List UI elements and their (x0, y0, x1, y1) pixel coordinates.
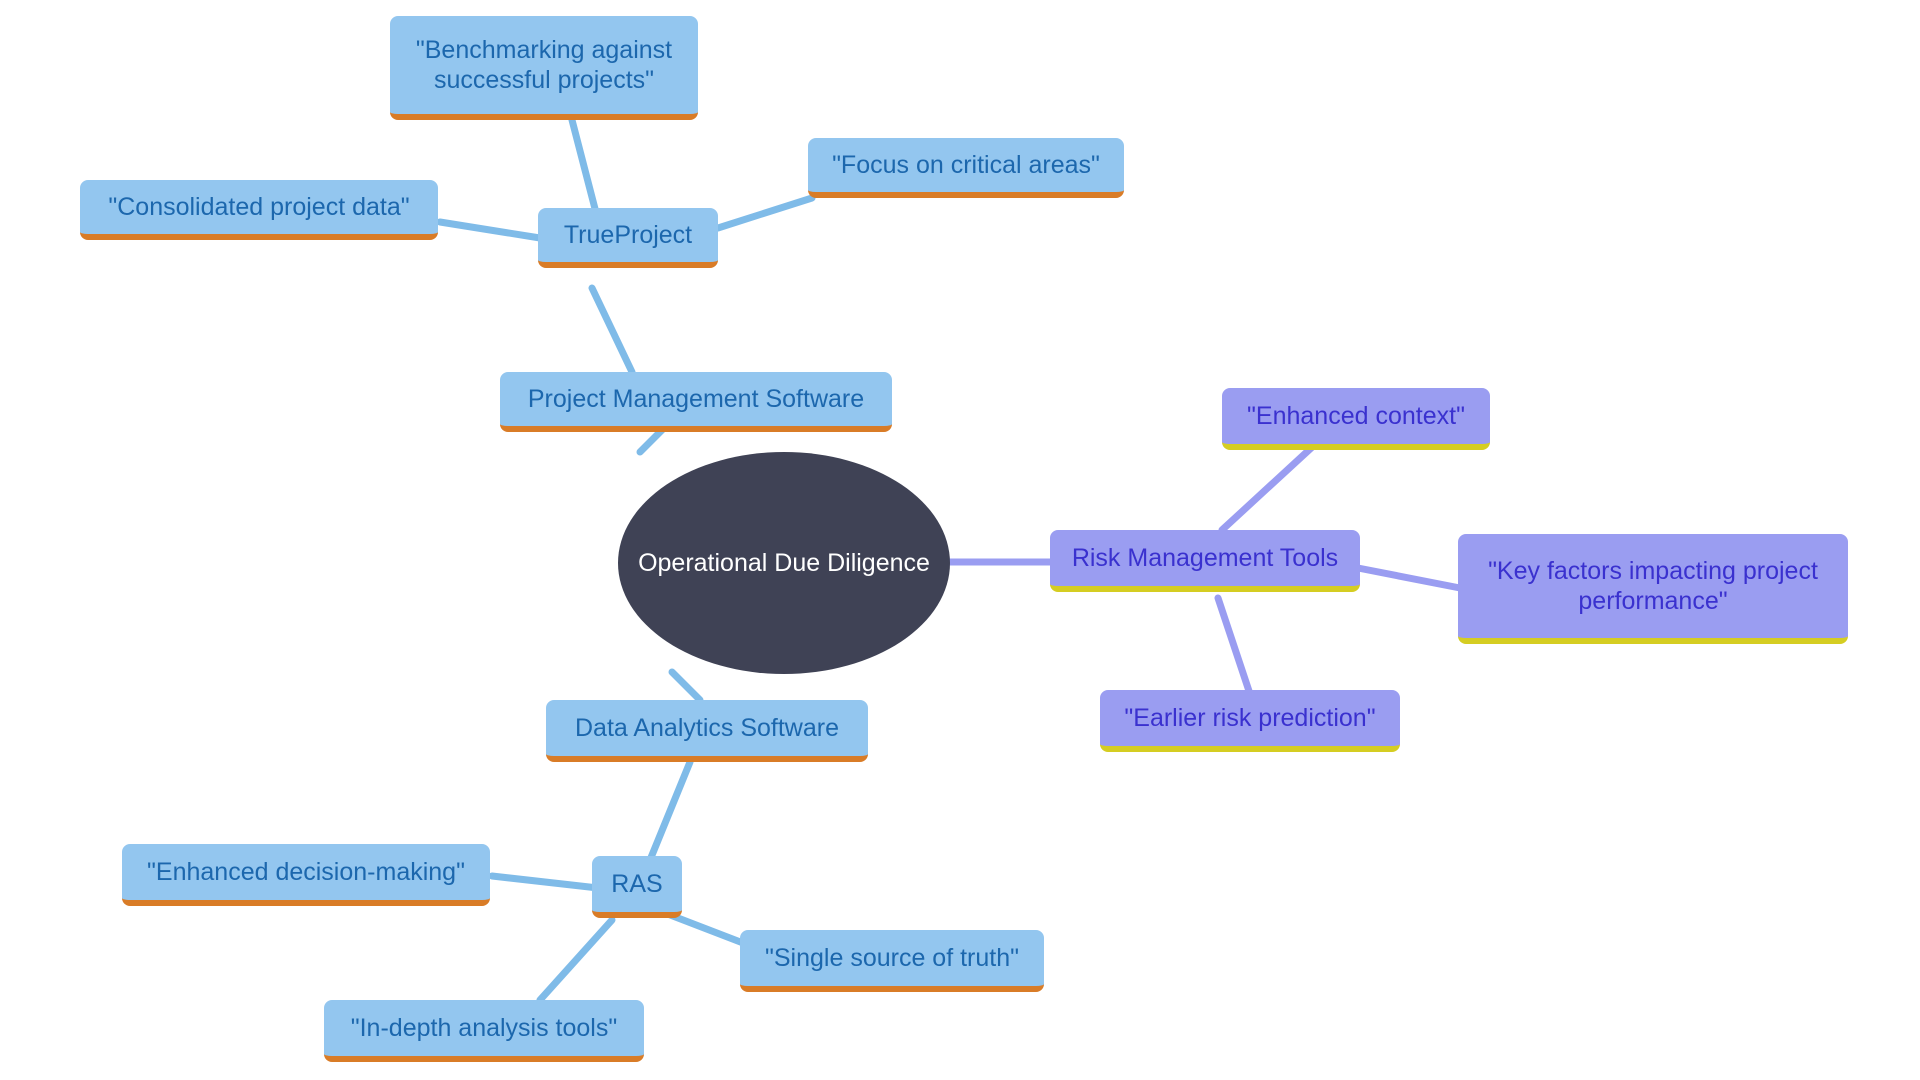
edge-project-management-software-to-trueproject (588, 284, 636, 376)
edge-risk-management-tools-to-key-factors (1354, 564, 1464, 592)
node-label-focus-critical-areas: "Focus on critical areas" (832, 150, 1100, 179)
node-data-analytics-software[interactable]: Data Analytics Software (546, 700, 868, 762)
node-label-risk-management-tools: Risk Management Tools (1071, 543, 1339, 572)
node-label-enhanced-context: "Enhanced context" (1247, 401, 1465, 430)
edge-ras-to-in-depth-analysis-tools (536, 916, 616, 1004)
node-consolidated-project-data[interactable]: "Consolidated project data" (80, 180, 438, 240)
node-label-key-factors: "Key factors impacting project performan… (1488, 556, 1818, 616)
node-label-single-source-of-truth: "Single source of truth" (765, 943, 1019, 972)
edge-data-analytics-software-to-ras (646, 758, 694, 864)
node-risk-management-tools[interactable]: Risk Management Tools (1050, 530, 1360, 592)
node-label-earlier-risk-prediction: "Earlier risk prediction" (1124, 703, 1376, 732)
mindmap-canvas: Operational Due Diligence Project Manage… (0, 0, 1920, 1080)
edge-risk-management-tools-to-enhanced-context (1218, 434, 1326, 534)
node-label-in-depth-analysis-tools: "In-depth analysis tools" (350, 1013, 618, 1042)
node-enhanced-context[interactable]: "Enhanced context" (1222, 388, 1490, 450)
node-key-factors-impacting-project-performance[interactable]: "Key factors impacting project performan… (1458, 534, 1848, 644)
node-label-data-analytics-software: Data Analytics Software (574, 713, 839, 742)
node-label-benchmarking: "Benchmarking against successful project… (415, 35, 673, 95)
node-operational-due-diligence[interactable]: Operational Due Diligence (618, 452, 950, 674)
node-trueproject[interactable]: TrueProject (538, 208, 718, 268)
node-earlier-risk-prediction[interactable]: "Earlier risk prediction" (1100, 690, 1400, 752)
edge-trueproject-to-consolidated-project-data (436, 218, 544, 242)
node-in-depth-analysis-tools[interactable]: "In-depth analysis tools" (324, 1000, 644, 1062)
node-label-trueproject: TrueProject (563, 220, 693, 249)
edge-trueproject-to-focus-critical-areas (714, 194, 816, 232)
node-label-root: Operational Due Diligence (638, 548, 930, 577)
node-benchmarking-against-successful-projects[interactable]: "Benchmarking against successful project… (390, 16, 698, 120)
node-focus-on-critical-areas[interactable]: "Focus on critical areas" (808, 138, 1124, 198)
node-label-enhanced-decision-making: "Enhanced decision-making" (147, 857, 465, 886)
edge-ras-to-enhanced-decision-making (488, 872, 602, 892)
edge-risk-management-tools-to-earlier-risk-prediction (1214, 594, 1256, 704)
node-label-ras: RAS (611, 869, 663, 898)
edge-root-to-data-analytics-software (668, 668, 704, 704)
node-single-source-of-truth[interactable]: "Single source of truth" (740, 930, 1044, 992)
node-label-project-management-software: Project Management Software (527, 384, 865, 413)
node-label-consolidated-project-data: "Consolidated project data" (108, 192, 410, 221)
node-project-management-software[interactable]: Project Management Software (500, 372, 892, 432)
node-ras[interactable]: RAS (592, 856, 682, 918)
node-enhanced-decision-making[interactable]: "Enhanced decision-making" (122, 844, 490, 906)
